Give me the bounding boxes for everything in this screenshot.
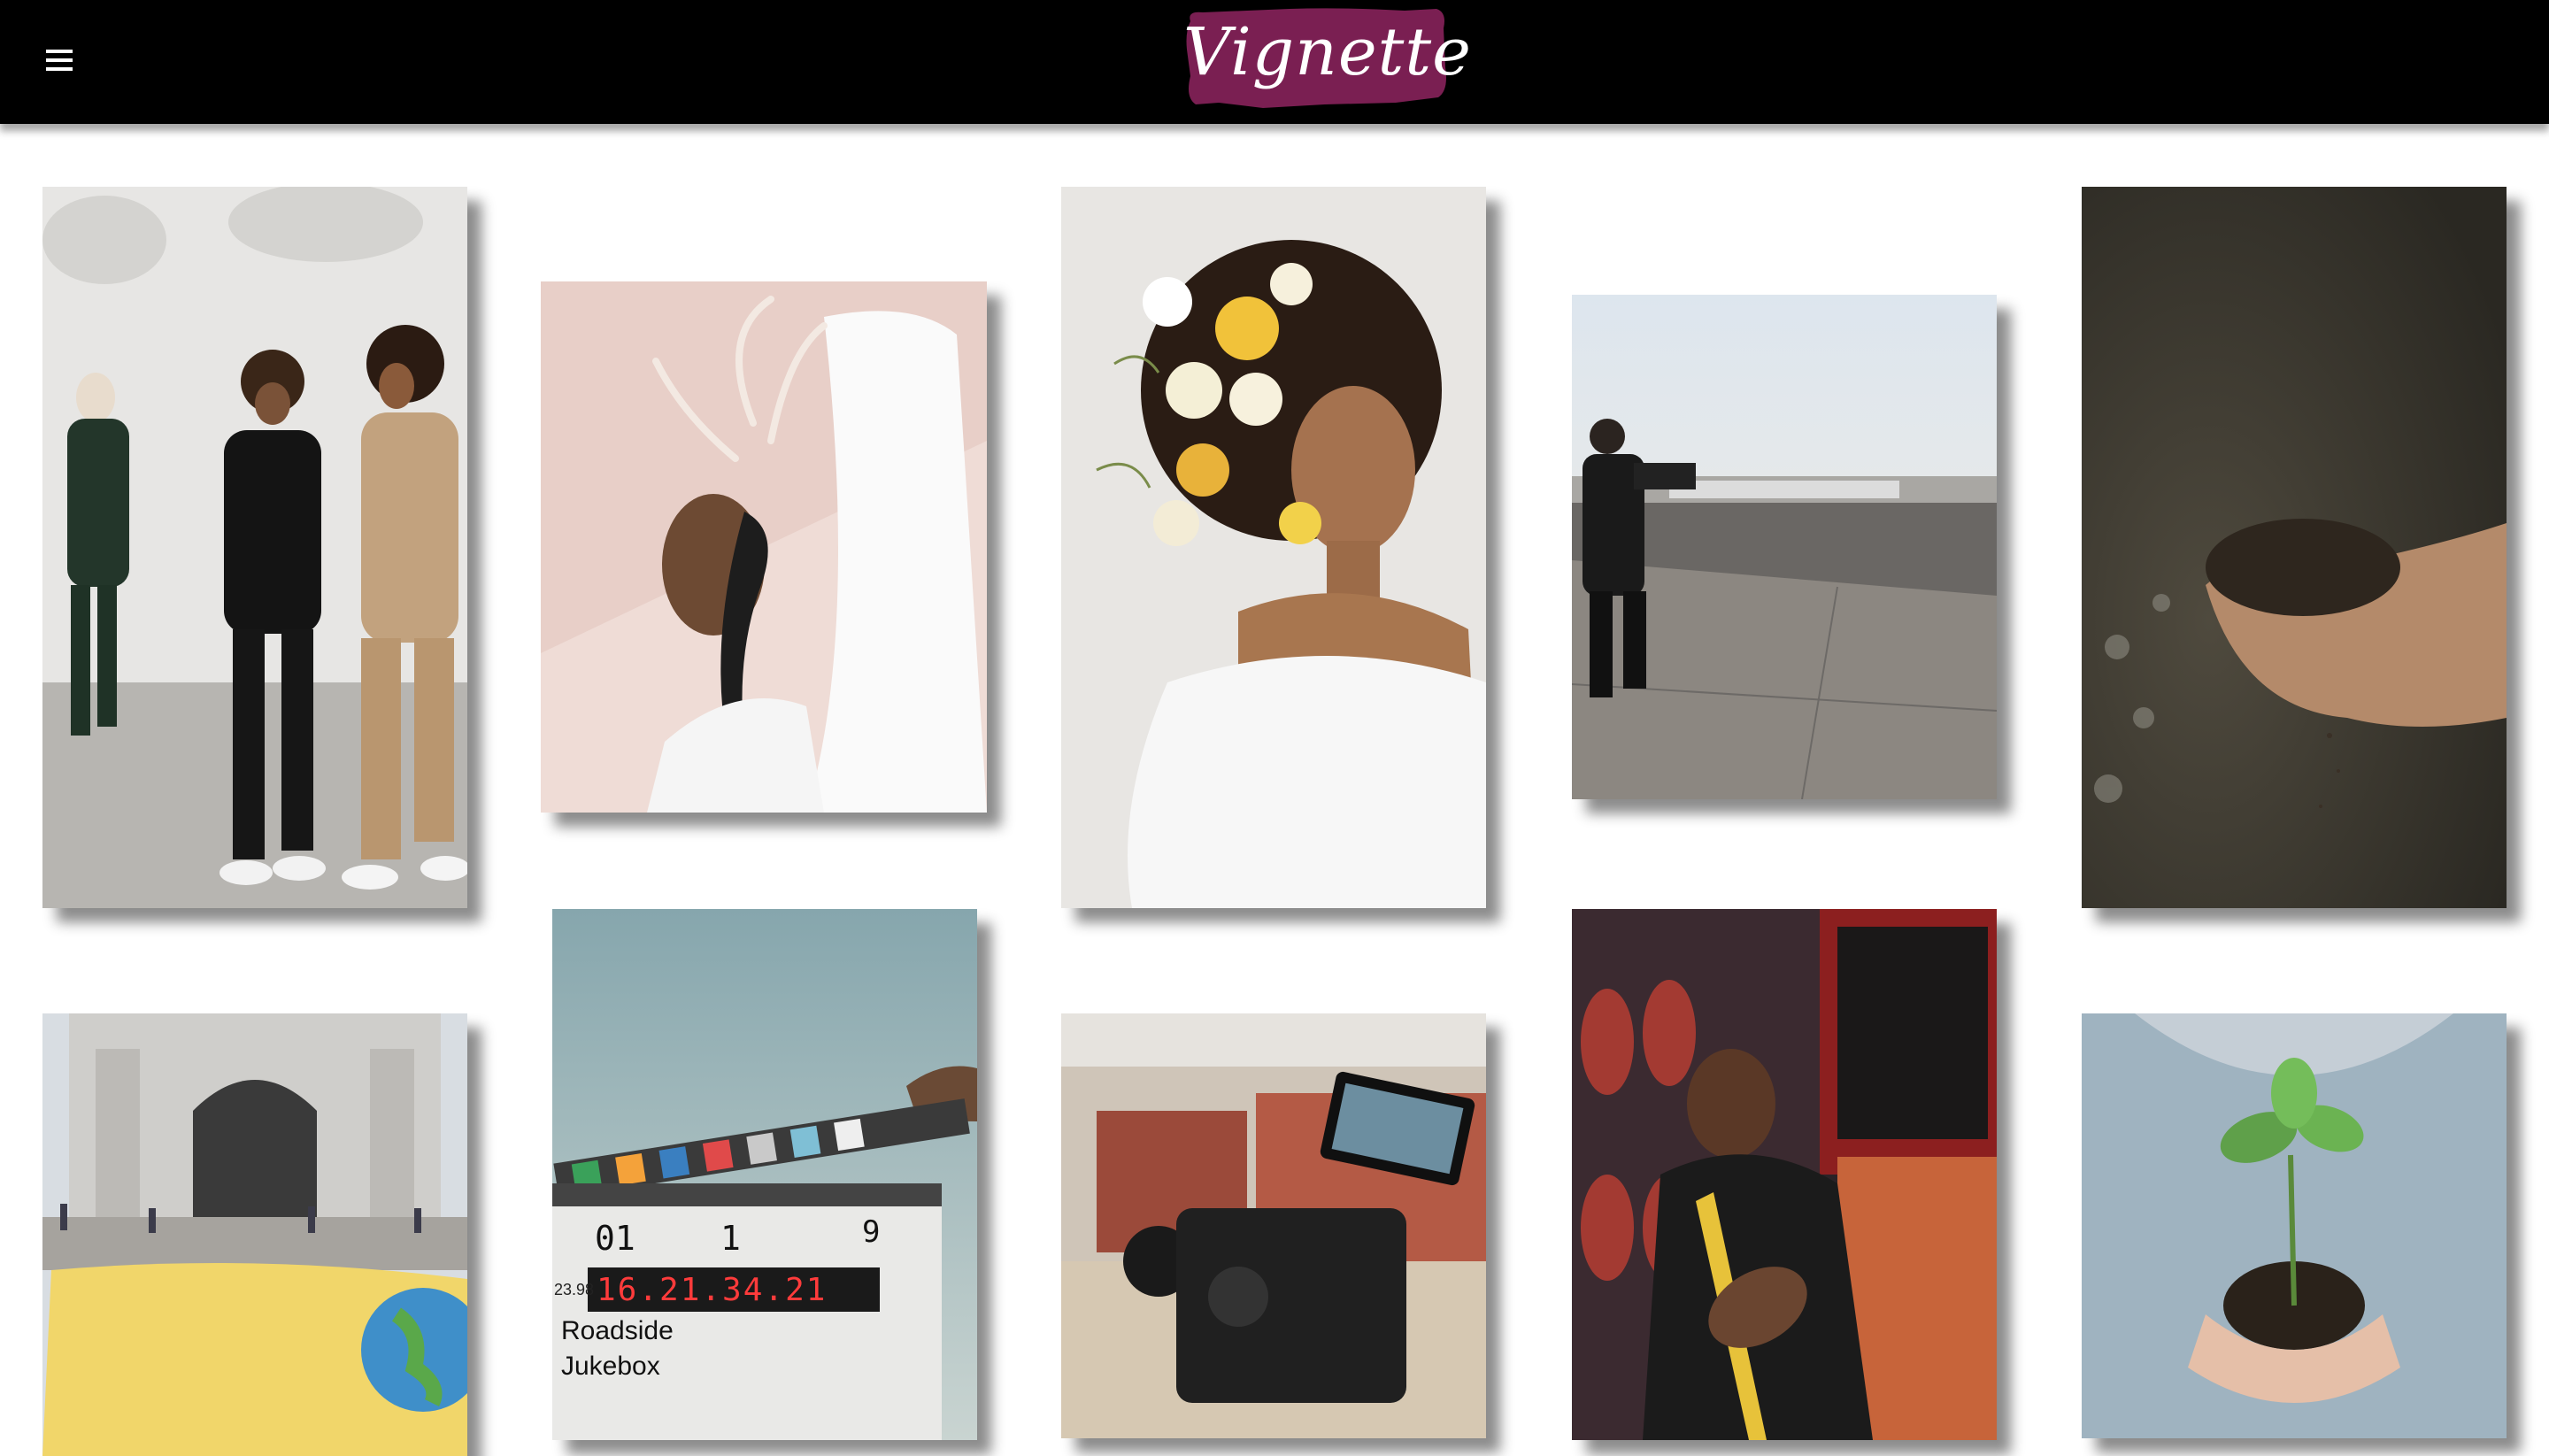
photo-woman-flowers-image: [1061, 187, 1486, 908]
photo-three-women-image: [42, 187, 467, 908]
photo-card-three-women[interactable]: [42, 187, 467, 908]
photo-card-clapperboard[interactable]: 01 1 9 23.98 16.21.34.21 Roadside Jukebo…: [552, 909, 977, 1440]
photo-seedling-image: [2082, 1013, 2507, 1438]
photo-man-paint-image: [541, 281, 987, 813]
photo-card-woman-flowers[interactable]: [1061, 187, 1486, 908]
photo-cinema-camera-image: [1061, 1013, 1486, 1438]
menu-line: [46, 50, 73, 53]
clapper-title-line2: Jukebox: [561, 1352, 660, 1381]
site-logo[interactable]: Vignette: [1183, 5, 1472, 108]
logo-text: Vignette: [1183, 14, 1472, 90]
clapper-timecode: 16.21.34.21: [597, 1272, 828, 1308]
clapper-roll: 9: [862, 1214, 881, 1250]
clapper-scene: 01: [595, 1219, 635, 1258]
photo-man-posters-image: [1572, 909, 1997, 1440]
photo-card-man-paint[interactable]: [541, 281, 987, 813]
photo-card-cinema-camera[interactable]: [1061, 1013, 1486, 1438]
clapper-take: 1: [720, 1219, 741, 1258]
hamburger-menu-icon[interactable]: [42, 42, 80, 80]
top-navigation-bar: Vignette: [0, 0, 2549, 124]
photo-card-hands-soil[interactable]: [2082, 187, 2507, 908]
clapper-title-line1: Roadside: [561, 1316, 674, 1345]
menu-line: [46, 58, 73, 62]
photo-card-protest-banner[interactable]: [42, 1013, 467, 1456]
photo-card-seedling[interactable]: [2082, 1013, 2507, 1438]
photo-card-cameraman[interactable]: [1572, 295, 1997, 799]
photo-protest-banner-image: [42, 1013, 467, 1456]
photo-cameraman-image: [1572, 295, 1997, 799]
photo-gallery: 01 1 9 23.98 16.21.34.21 Roadside Jukebo…: [0, 0, 2549, 1456]
menu-line: [46, 67, 73, 71]
photo-card-man-posters[interactable]: [1572, 909, 1997, 1440]
clapper-fps: 23.98: [554, 1281, 595, 1298]
photo-hands-soil-image: [2082, 187, 2507, 908]
